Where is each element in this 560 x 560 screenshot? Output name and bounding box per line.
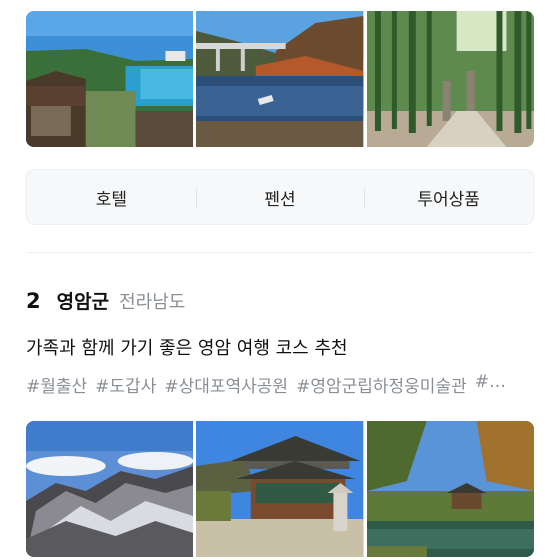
category-tabs: 호텔 펜션 투어상품 (26, 169, 534, 225)
photo-gallery-top (26, 11, 534, 147)
hashtag-more[interactable]: #… (475, 372, 506, 398)
photo-gallery-bottom (26, 421, 534, 557)
region-name[interactable]: 영암군 (57, 287, 109, 314)
temple-hall-photo[interactable] (196, 421, 364, 557)
hashtag[interactable]: #월출산 (26, 372, 87, 398)
hashtag-list: #월출산 #도갑사 #상대포역사공원 #영암군립하정웅미술관 #… (26, 372, 534, 398)
tab-tour-products[interactable]: 투어상품 (364, 170, 533, 224)
region-province: 전라남도 (119, 292, 186, 313)
bamboo-forest-photo[interactable] (366, 11, 534, 147)
section-divider (26, 252, 534, 253)
snowy-mountain-photo[interactable] (26, 421, 194, 557)
garden-pavilion-photo[interactable] (366, 421, 534, 557)
region-header: 2 영암군 전라남도 (26, 287, 185, 314)
hashtag[interactable]: #도갑사 (95, 372, 156, 398)
tab-hotel[interactable]: 호텔 (27, 170, 196, 224)
hashtag[interactable]: #상대포역사공원 (164, 372, 288, 398)
hashtag[interactable]: #영암군립하정웅미술관 (296, 372, 467, 398)
lake-bridge-photo[interactable] (196, 11, 364, 147)
coastal-village-photo[interactable] (26, 11, 194, 147)
region-description[interactable]: 가족과 함께 가기 좋은 영암 여행 코스 추천 (26, 334, 348, 360)
region-rank: 2 (26, 289, 41, 313)
tab-pension[interactable]: 펜션 (195, 170, 365, 224)
